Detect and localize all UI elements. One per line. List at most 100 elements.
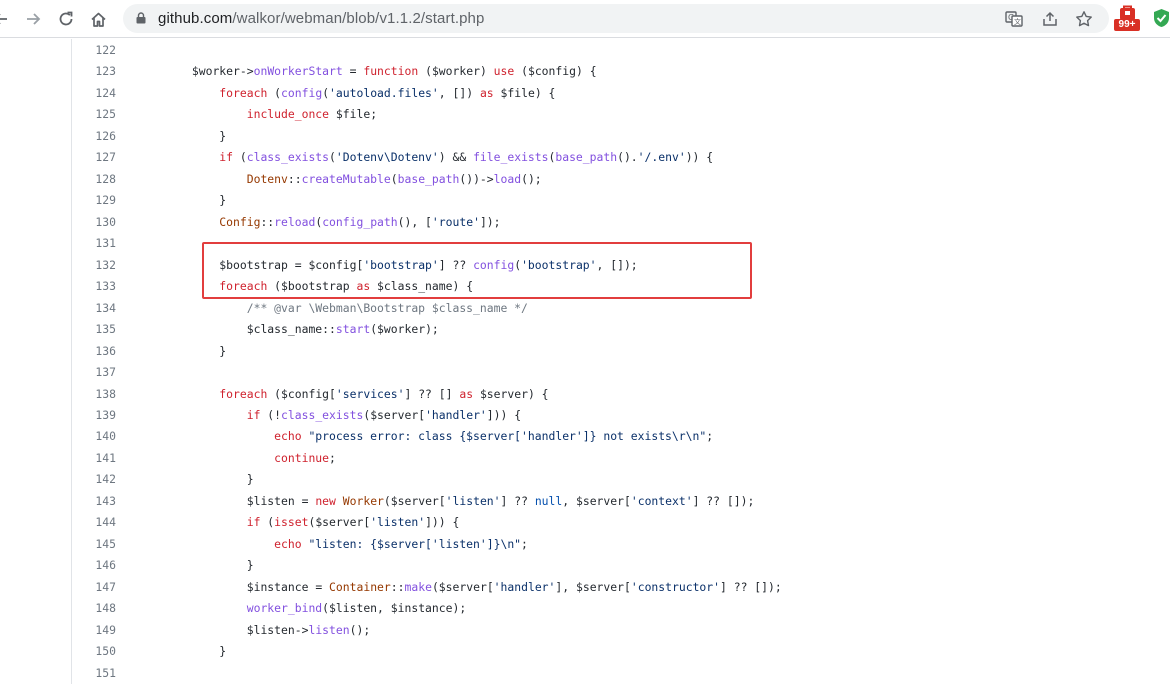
line-number[interactable]: 130: [72, 212, 116, 234]
code-line: 122: [0, 40, 1170, 62]
star-icon: [1076, 11, 1092, 27]
line-number[interactable]: 137: [72, 362, 116, 384]
reload-button[interactable]: [53, 0, 79, 38]
code-line: 125 include_once $file;: [0, 104, 1170, 126]
line-code: foreach (config('autoload.files', []) as…: [219, 85, 556, 100]
line-number[interactable]: 126: [72, 126, 116, 148]
code-line: 143 $listen = new Worker($server['listen…: [0, 491, 1170, 513]
line-number[interactable]: 128: [72, 169, 116, 191]
line-number[interactable]: 151: [72, 663, 116, 684]
line-code: /** @var \Webman\Bootstrap $class_name *…: [246, 300, 528, 315]
code-line: 146 }: [0, 555, 1170, 577]
line-number[interactable]: 135: [72, 319, 116, 341]
line-code: }: [137, 128, 227, 143]
line-number[interactable]: 125: [72, 104, 116, 126]
bookmark-button[interactable]: [1074, 9, 1094, 29]
lock-icon[interactable]: [136, 12, 146, 24]
line-number[interactable]: 127: [72, 147, 116, 169]
back-button[interactable]: [0, 0, 14, 38]
code-line: 139 if (!class_exists($server['handler']…: [0, 405, 1170, 427]
line-code: }: [137, 472, 254, 487]
code-line: 126 }: [0, 126, 1170, 148]
svg-text:文: 文: [1014, 17, 1021, 26]
code-line: 133 foreach ($bootstrap as $class_name) …: [0, 276, 1170, 298]
line-number[interactable]: 131: [72, 233, 116, 255]
line-code: worker_bind($listen, $instance);: [246, 601, 467, 616]
code-line: 135 $class_name::start($worker);: [0, 319, 1170, 341]
line-code: continue;: [274, 450, 336, 465]
line-number[interactable]: 140: [72, 426, 116, 448]
url-text[interactable]: github.com/walkor/webman/blob/v1.1.2/sta…: [158, 4, 484, 33]
line-number[interactable]: 141: [72, 448, 116, 470]
code-line: 145 echo "listen: {$server['listen']}\n"…: [0, 534, 1170, 556]
line-number[interactable]: 143: [72, 491, 116, 513]
line-number[interactable]: 142: [72, 469, 116, 491]
extension-badge: 99+: [1114, 19, 1140, 31]
line-code: }: [137, 343, 227, 358]
line-code: Config::reload(config_path(), ['route'])…: [219, 214, 501, 229]
line-number[interactable]: 133: [72, 276, 116, 298]
line-code: if (class_exists('Dotenv\Dotenv') && fil…: [219, 150, 714, 165]
code-line: 136 }: [0, 341, 1170, 363]
line-number[interactable]: 134: [72, 298, 116, 320]
code-line: 128 Dotenv::createMutable(base_path())->…: [0, 169, 1170, 191]
line-code: }: [137, 644, 227, 659]
line-number[interactable]: 138: [72, 384, 116, 406]
line-number[interactable]: 132: [72, 255, 116, 277]
code-line: 134 /** @var \Webman\Bootstrap $class_na…: [0, 298, 1170, 320]
line-code: }: [137, 558, 254, 573]
code-line: 150 }: [0, 641, 1170, 663]
line-number[interactable]: 136: [72, 341, 116, 363]
line-number[interactable]: 139: [72, 405, 116, 427]
home-icon: [90, 12, 106, 27]
url-domain: github.com: [158, 10, 233, 27]
code-view: 122 123 $worker->onWorkerStart = function…: [0, 39, 1170, 684]
code-line: 148 worker_bind($listen, $instance);: [0, 598, 1170, 620]
code-line: 129 }: [0, 190, 1170, 212]
line-code: echo "process error: class {$server['han…: [274, 429, 714, 444]
line-number[interactable]: 147: [72, 577, 116, 599]
line-code: $listen->listen();: [246, 622, 371, 637]
code-line: 124 foreach (config('autoload.files', []…: [0, 83, 1170, 105]
line-number[interactable]: 122: [72, 40, 116, 62]
line-code: $class_name::start($worker);: [246, 322, 439, 337]
code-line: 140 echo "process error: class {$server[…: [0, 426, 1170, 448]
code-line: 123 $worker->onWorkerStart = function ($…: [0, 61, 1170, 83]
security-extension-button[interactable]: [1153, 8, 1170, 36]
line-number[interactable]: 124: [72, 83, 116, 105]
share-button[interactable]: [1040, 9, 1060, 29]
arrow-right-icon: [27, 13, 41, 25]
code-line: 151: [0, 663, 1170, 684]
forward-button[interactable]: [20, 0, 46, 38]
translate-button[interactable]: G 文: [1004, 9, 1024, 29]
code-line: 144 if (isset($server['listen'])) {: [0, 512, 1170, 534]
line-code: $instance = Container::make($server['han…: [246, 579, 782, 594]
line-number[interactable]: 123: [72, 61, 116, 83]
address-bar[interactable]: github.com/walkor/webman/blob/v1.1.2/sta…: [123, 4, 1109, 33]
code-line: 149 $listen->listen();: [0, 620, 1170, 642]
line-code: $listen = new Worker($server['listen'] ?…: [246, 493, 755, 508]
line-code: foreach ($config['services'] ?? [] as $s…: [219, 386, 549, 401]
home-button[interactable]: [85, 0, 111, 38]
line-code: Dotenv::createMutable(base_path())->load…: [246, 171, 542, 186]
line-number[interactable]: 146: [72, 555, 116, 577]
arrow-left-icon: [0, 14, 7, 24]
line-number[interactable]: 148: [72, 598, 116, 620]
line-number[interactable]: 150: [72, 641, 116, 663]
code-line: 127 if (class_exists('Dotenv\Dotenv') &&…: [0, 147, 1170, 169]
code-line: 132 $bootstrap = $config['bootstrap'] ??…: [0, 255, 1170, 277]
code-line: 142 }: [0, 469, 1170, 491]
line-code: if (!class_exists($server['handler'])) {: [246, 407, 522, 422]
line-number[interactable]: 129: [72, 190, 116, 212]
share-icon: [1043, 11, 1057, 26]
line-code: echo "listen: {$server['listen']}\n";: [274, 536, 528, 551]
line-number[interactable]: 145: [72, 534, 116, 556]
line-code: include_once $file;: [246, 107, 378, 122]
browser-toolbar: github.com/walkor/webman/blob/v1.1.2/sta…: [0, 0, 1170, 38]
line-number[interactable]: 144: [72, 512, 116, 534]
line-code: foreach ($bootstrap as $class_name) {: [219, 279, 474, 294]
code-line: 137: [0, 362, 1170, 384]
line-number[interactable]: 149: [72, 620, 116, 642]
line-code: if (isset($server['listen'])) {: [246, 515, 460, 530]
code-line: 147 $instance = Container::make($server[…: [0, 577, 1170, 599]
